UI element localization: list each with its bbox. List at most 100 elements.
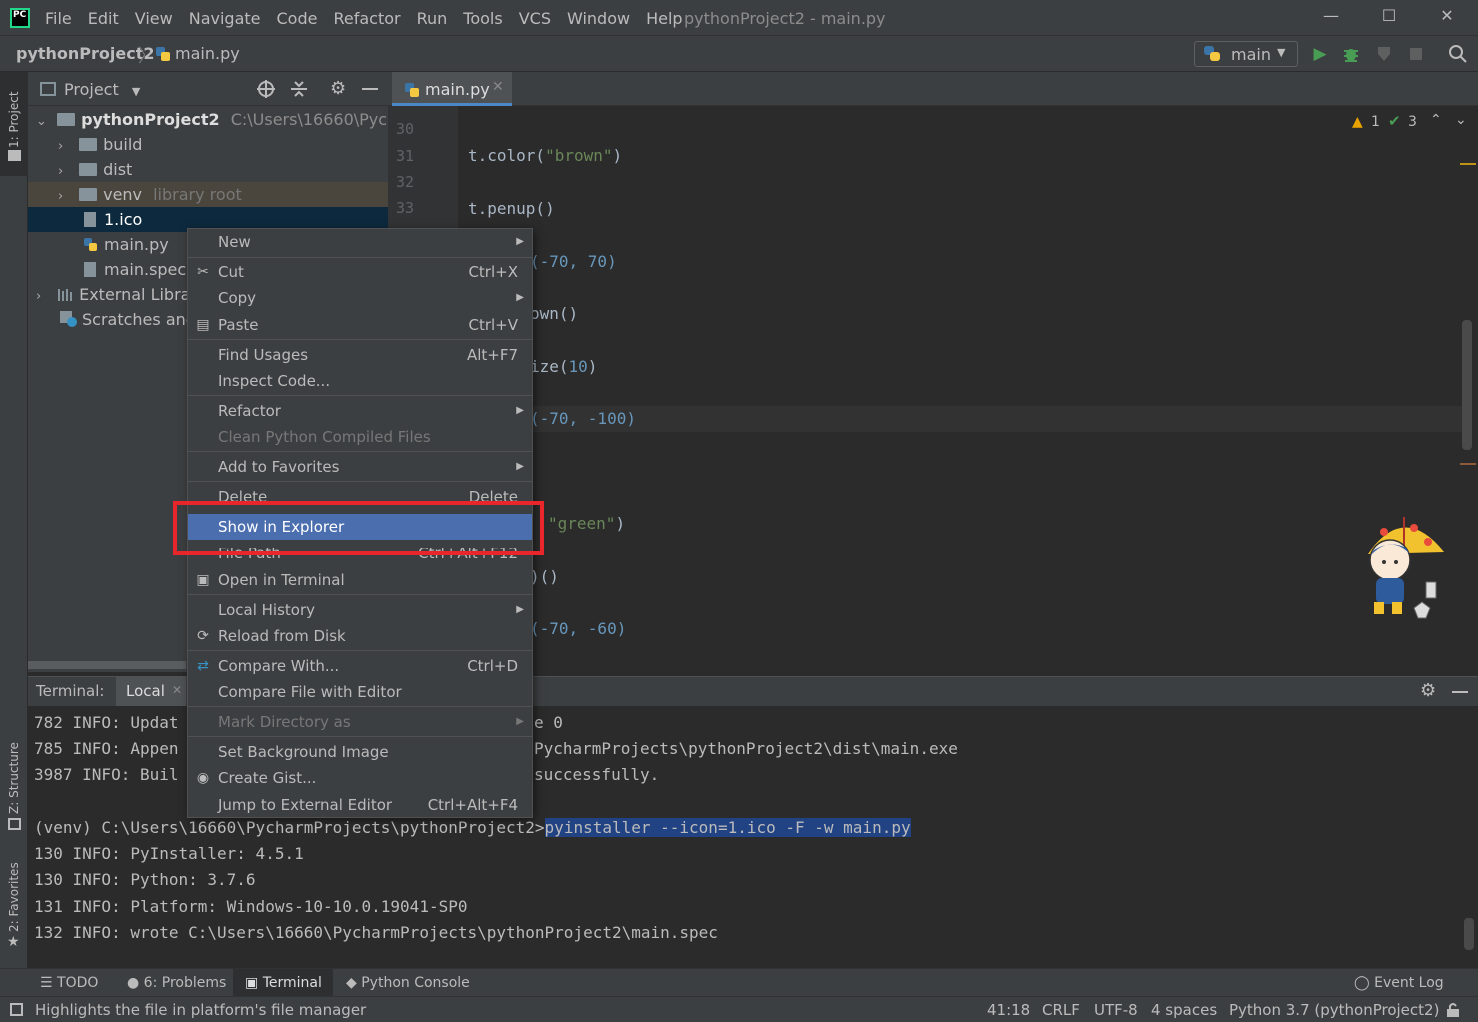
code-number: 10 — [568, 357, 588, 376]
gear-icon[interactable]: ⚙ — [1420, 680, 1436, 701]
code-string: "green" — [548, 514, 616, 533]
menu-item-set-background[interactable]: Set Background Image — [188, 739, 532, 765]
chevron-up-icon[interactable]: ⌃ — [1430, 112, 1442, 128]
menu-item-label: Clean Python Compiled Files — [218, 428, 431, 446]
menu-item-open-in-terminal[interactable]: ▣ Open in Terminal — [188, 567, 532, 593]
hide-icon[interactable] — [362, 88, 378, 90]
tree-node-project-root[interactable]: ⌄ pythonProject2 C:\Users\16660\Pycharm — [28, 107, 388, 132]
toolwin-event-log[interactable]: ◯ Event Log — [1354, 975, 1444, 991]
terminal-line: 3987 INFO: Buil successfully. — [34, 765, 659, 784]
tool-tab-structure[interactable]: Z: Structure — [0, 738, 28, 838]
menu-help[interactable]: Help — [646, 9, 682, 28]
maximize-button[interactable]: ☐ — [1374, 6, 1404, 30]
menu-item-local-history[interactable]: Local History ▶ — [188, 597, 532, 623]
toggle-tool-windows-icon[interactable] — [10, 1003, 23, 1016]
menu-navigate[interactable]: Navigate — [189, 9, 261, 28]
menu-vcs[interactable]: VCS — [519, 9, 551, 28]
tree-node-dist[interactable]: › dist — [28, 157, 388, 182]
tree-node-build[interactable]: › build — [28, 132, 388, 157]
hide-icon[interactable] — [1452, 691, 1468, 693]
warning-stripe-marker[interactable] — [1460, 163, 1476, 165]
status-indent[interactable]: 4 spaces — [1151, 1001, 1217, 1019]
terminal-scrollbar[interactable] — [1464, 918, 1474, 950]
lock-icon[interactable] — [1446, 1002, 1460, 1022]
terminal-text: PycharmProjects\pythonProject2\dist\main… — [534, 739, 958, 758]
terminal-text: successfully. — [534, 765, 660, 784]
collapse-all-icon[interactable] — [289, 79, 309, 103]
tree-node-label: dist — [103, 160, 133, 179]
tree-node-venv[interactable]: › venv library root — [28, 182, 388, 207]
run-icon[interactable]: ▶ — [1310, 44, 1330, 64]
stop-icon[interactable] — [1406, 44, 1426, 64]
code-string: "brown" — [545, 146, 613, 165]
compare-icon: ⇄ — [197, 658, 209, 674]
tool-tab-favorites[interactable]: 2: Favorites ★ — [0, 860, 28, 960]
terminal-tab-label: Local — [126, 682, 165, 700]
close-tab-icon[interactable]: ✕ — [172, 683, 182, 697]
search-icon[interactable] — [1448, 44, 1468, 64]
close-window-button[interactable]: ✕ — [1432, 6, 1462, 30]
menu-item-refactor[interactable]: Refactor ▶ — [188, 398, 532, 424]
toolwin-python-console[interactable]: ◆ Python Console — [346, 975, 470, 991]
close-tab-icon[interactable]: ✕ — [492, 79, 504, 95]
menu-item-label: Compare File with Editor — [218, 683, 402, 701]
editor-area[interactable] — [458, 106, 1478, 666]
status-message: Highlights the file in platform's file m… — [35, 1001, 367, 1019]
menu-item-external-editor[interactable]: Jump to External Editor Ctrl+Alt+F4 — [188, 792, 532, 818]
background-mascot-image — [1356, 512, 1452, 624]
horizontal-scrollbar[interactable] — [28, 661, 186, 669]
menu-refactor[interactable]: Refactor — [333, 9, 400, 28]
menu-view[interactable]: View — [135, 9, 173, 28]
toolwin-terminal[interactable]: ▣ Terminal — [233, 969, 333, 997]
editor-scrollbar[interactable] — [1462, 320, 1472, 450]
project-view-select[interactable]: Project ▼ — [64, 80, 140, 99]
error-stripe-marker[interactable] — [1460, 463, 1476, 465]
run-configuration-select[interactable]: main ▼ — [1194, 41, 1298, 67]
toolwin-todo[interactable]: ☰ TODO — [40, 975, 98, 991]
menu-item-mark-directory[interactable]: Mark Directory as ▶ — [188, 709, 532, 735]
python-icon — [1203, 46, 1221, 62]
menu-item-create-gist[interactable]: ◉ Create Gist... — [188, 765, 532, 791]
menu-window[interactable]: Window — [567, 9, 630, 28]
menu-edit[interactable]: Edit — [88, 9, 119, 28]
menu-file[interactable]: File — [45, 9, 72, 28]
locate-icon[interactable] — [256, 79, 276, 103]
menu-item-compare-editor[interactable]: Compare File with Editor — [188, 679, 532, 705]
menu-tools[interactable]: Tools — [463, 9, 502, 28]
terminal-tab-local[interactable]: Local ✕ — [116, 677, 186, 707]
status-line-separator[interactable]: CRLF — [1042, 1001, 1080, 1019]
tool-tab-project[interactable]: 1: Project — [0, 72, 28, 176]
menu-bar: PC File Edit View Navigate Code Refactor… — [0, 0, 1478, 36]
tree-node-path: C:\Users\16660\Pycharm — [230, 110, 388, 129]
menu-item-reload[interactable]: ⟳ Reload from Disk — [188, 623, 532, 649]
tab-main-py[interactable]: main.py ✕ — [392, 72, 512, 106]
check-icon[interactable]: ✔ — [1388, 112, 1401, 130]
menu-item-find-usages[interactable]: Find Usages Alt+F7 — [188, 342, 532, 368]
menu-code[interactable]: Code — [277, 9, 318, 28]
menu-item-clean-compiled[interactable]: Clean Python Compiled Files — [188, 424, 532, 450]
terminal-text: 785 INFO: Appen — [34, 739, 179, 758]
debug-icon[interactable] — [1341, 44, 1361, 64]
breadcrumb-project[interactable]: pythonProject2 — [16, 44, 155, 63]
toolwin-problems[interactable]: ● 6: Problems — [127, 975, 226, 991]
chevron-down-icon[interactable]: ⌄ — [1455, 112, 1467, 128]
status-encoding[interactable]: UTF-8 — [1094, 1001, 1138, 1019]
window-title: pythonProject2 - main.py — [684, 9, 886, 28]
status-caret-position[interactable]: 41:18 — [987, 1001, 1030, 1019]
menu-item-compare-with[interactable]: ⇄ Compare With... Ctrl+D — [188, 653, 532, 679]
menu-item-add-to-favorites[interactable]: Add to Favorites ▶ — [188, 454, 532, 480]
menu-item-cut[interactable]: ✂ Cut Ctrl+X — [188, 259, 532, 285]
menu-item-new[interactable]: New ▶ — [188, 229, 532, 255]
menu-item-paste[interactable]: ▤ Paste Ctrl+V — [188, 312, 532, 338]
warning-icon[interactable]: ▲ — [1352, 114, 1363, 130]
status-interpreter[interactable]: Python 3.7 (pythonProject2) — [1229, 1001, 1439, 1019]
breadcrumb-file[interactable]: main.py — [175, 44, 240, 63]
menu-item-copy[interactable]: Copy ▶ — [188, 285, 532, 311]
chevron-down-icon: ⌄ — [36, 114, 47, 129]
menu-item-inspect-code[interactable]: Inspect Code... — [188, 368, 532, 394]
coverage-icon[interactable] — [1374, 44, 1394, 64]
menu-separator — [188, 736, 532, 737]
menu-run[interactable]: Run — [417, 9, 448, 28]
gear-icon[interactable]: ⚙ — [330, 78, 346, 99]
minimize-button[interactable]: — — [1316, 6, 1346, 30]
